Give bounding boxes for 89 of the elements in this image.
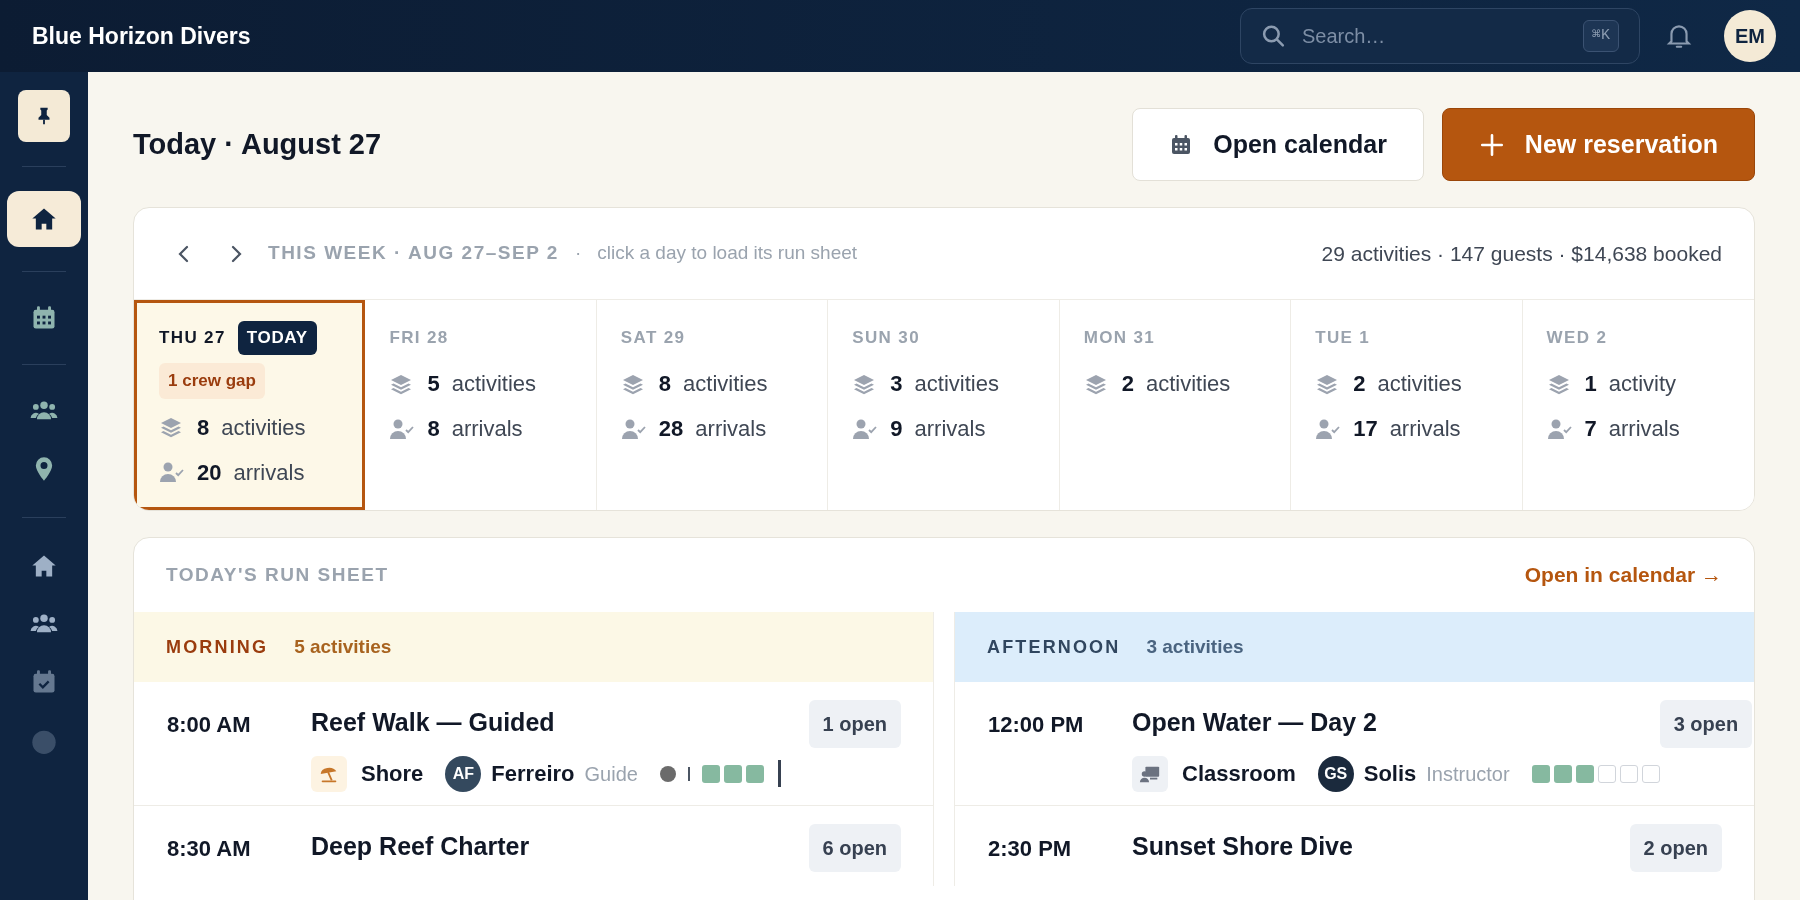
day-cell[interactable]: THU 27 TODAY 1 crew gap 8 activities 20 arrivals bbox=[134, 300, 366, 510]
stat-value: 7 bbox=[1584, 415, 1597, 443]
person-check-icon bbox=[159, 460, 185, 484]
activity-title: Sunset Shore Dive bbox=[1132, 831, 1353, 862]
stat-label: arrivals bbox=[914, 415, 986, 443]
activity-title: Reef Walk — Guided bbox=[311, 707, 555, 738]
crew-gap-badge: 1 crew gap bbox=[159, 363, 265, 399]
open-spots-badge: 3 open bbox=[1659, 700, 1753, 748]
week-hint: click a day to load its run sheet bbox=[597, 241, 858, 266]
week-summary: 29 activities · 147 guests · $14,638 booked bbox=[1321, 240, 1722, 267]
open-spots-badge: 1 open bbox=[808, 700, 901, 748]
activity-time: 8:30 AM bbox=[167, 835, 252, 863]
day-label: MON 31 bbox=[1083, 327, 1156, 350]
stat-label: activities bbox=[683, 370, 768, 398]
stat-label: activities bbox=[1145, 370, 1231, 398]
day-label: SAT 29 bbox=[620, 327, 686, 350]
section-label: AFTERNOON bbox=[987, 635, 1121, 659]
open-spots-badge: 6 open bbox=[808, 824, 901, 872]
stat-value: 2 bbox=[1353, 370, 1366, 398]
stat-value: 28 bbox=[658, 415, 684, 443]
page-title: Today · August 27 bbox=[133, 126, 382, 162]
activity-count: 5 activities bbox=[294, 634, 392, 659]
open-spots-badge: 2 open bbox=[1629, 824, 1722, 872]
staff-name: Ferreiro bbox=[491, 760, 575, 788]
stat-value: 8 bbox=[197, 413, 210, 442]
day-label: WED 2 bbox=[1546, 327, 1608, 350]
stat-value: 2 bbox=[1121, 370, 1134, 398]
activity-row[interactable]: 12:00 PM Open Water — Day 2 Classroom GS Solis Instructor 3 open bbox=[955, 682, 1754, 806]
bell-icon[interactable] bbox=[1666, 22, 1692, 50]
open-in-calendar-link[interactable]: Open in calendar → bbox=[1524, 559, 1722, 591]
home-nav-button[interactable] bbox=[7, 191, 81, 247]
day-label: FRI 28 bbox=[389, 327, 449, 350]
location-label: Classroom bbox=[1182, 760, 1296, 788]
activity-time: 8:00 AM bbox=[167, 711, 252, 739]
week-range: THIS WEEK · AUG 27–SEP 2 bbox=[268, 241, 559, 266]
divider-tick bbox=[687, 766, 690, 781]
staff-role: Instructor bbox=[1426, 761, 1510, 787]
separator-dot: · bbox=[574, 241, 582, 266]
activity-title: Open Water — Day 2 bbox=[1132, 707, 1377, 738]
stat-value: 1 bbox=[1584, 370, 1597, 398]
search-icon bbox=[1261, 23, 1286, 49]
activity-row[interactable]: 2:30 PM Sunset Shore Dive 2 open bbox=[955, 806, 1754, 886]
new-reservation-button[interactable]: New reservation bbox=[1441, 108, 1755, 181]
stat-label: arrivals bbox=[695, 415, 767, 443]
location-label: Shore bbox=[361, 760, 424, 788]
section-label: MORNING bbox=[166, 635, 269, 659]
stat-value: 20 bbox=[197, 458, 222, 487]
stat-value: 8 bbox=[658, 370, 672, 398]
staff-avatar: AF bbox=[445, 755, 482, 792]
activity-time: 12:00 PM bbox=[988, 711, 1085, 739]
layers-icon bbox=[159, 415, 183, 439]
app-title: Blue Horizon Divers bbox=[32, 21, 251, 51]
activity-title: Deep Reef Charter bbox=[311, 831, 530, 862]
stat-value: 3 bbox=[890, 370, 903, 398]
stat-value: 5 bbox=[427, 370, 440, 398]
stat-label: arrivals bbox=[451, 415, 523, 443]
user-avatar[interactable]: EM bbox=[1724, 10, 1776, 62]
umbrella-icon bbox=[311, 755, 347, 792]
search-input[interactable]: Search… bbox=[1301, 21, 1567, 51]
pin-nav-button[interactable] bbox=[18, 90, 70, 142]
activity-time: 2:30 PM bbox=[988, 835, 1073, 863]
stat-label: arrivals bbox=[1389, 415, 1461, 443]
activity-row[interactable]: 8:00 AM Reef Walk — Guided Shore AF Ferreiro Guide 1 open bbox=[134, 682, 933, 806]
capacity-marker bbox=[777, 760, 781, 787]
staff-name: Solis bbox=[1363, 760, 1417, 788]
stat-label: activities bbox=[221, 413, 306, 442]
open-calendar-button[interactable]: Open calendar bbox=[1132, 108, 1424, 181]
presenter-icon bbox=[1132, 755, 1168, 792]
run-sheet-title: TODAY'S RUN SHEET bbox=[166, 562, 389, 587]
stat-value: 9 bbox=[890, 415, 903, 443]
stat-value: 17 bbox=[1353, 415, 1378, 443]
activity-count: 3 activities bbox=[1146, 634, 1244, 659]
stat-label: arrivals bbox=[233, 458, 305, 487]
stat-label: activities bbox=[451, 370, 537, 398]
search-field[interactable]: Search… ⌘K bbox=[1240, 8, 1640, 64]
day-label: SUN 30 bbox=[852, 327, 920, 350]
shortcut-hint: ⌘K bbox=[1582, 19, 1619, 53]
staff-role: Guide bbox=[584, 761, 638, 787]
staff-avatar: GS bbox=[1317, 755, 1354, 792]
stat-label: activities bbox=[914, 370, 999, 398]
stat-value: 8 bbox=[427, 415, 440, 443]
stat-label: activities bbox=[1377, 370, 1462, 398]
stat-label: activity bbox=[1608, 370, 1677, 398]
today-badge: TODAY bbox=[237, 321, 317, 355]
activity-row[interactable]: 8:30 AM Deep Reef Charter 6 open bbox=[134, 806, 933, 886]
plus-icon bbox=[1478, 131, 1505, 158]
day-label: TUE 1 bbox=[1315, 327, 1371, 350]
day-label: THU 27 bbox=[159, 327, 226, 350]
stat-label: arrivals bbox=[1608, 415, 1680, 443]
